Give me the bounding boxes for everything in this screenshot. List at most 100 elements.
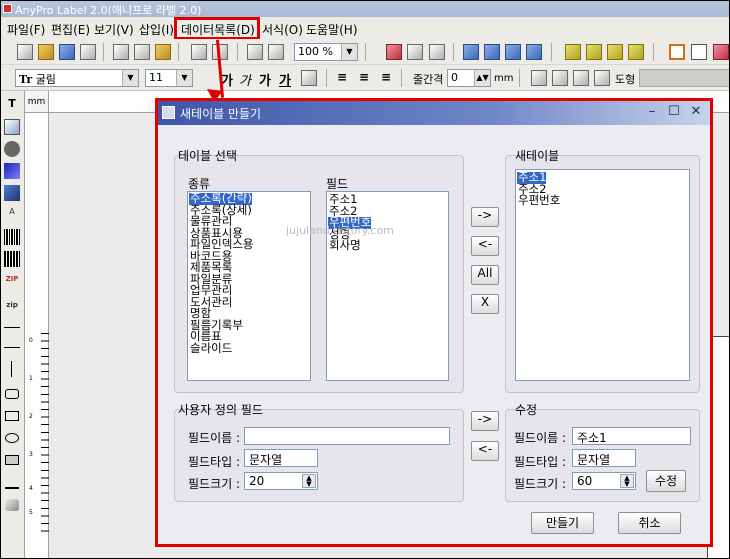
ellipse-image-icon[interactable]	[4, 141, 20, 157]
shape-select[interactable]	[639, 69, 729, 87]
category-list-item[interactable]: 슬라이드	[190, 342, 232, 355]
pen-tool-icon[interactable]	[5, 477, 19, 489]
print-preview-icon[interactable]	[191, 44, 207, 60]
maximize-icon[interactable]: ☐	[666, 104, 682, 120]
send-back-icon[interactable]	[586, 44, 602, 60]
line-spacing-input[interactable]: 0 ▲▼	[447, 69, 491, 87]
minimize-icon[interactable]: –	[644, 104, 660, 120]
edit-type-select[interactable]: 문자열	[572, 449, 636, 467]
field-list[interactable]: 주소1 주소2 우편번호 성명 회사명	[326, 191, 449, 381]
menu-view[interactable]: 보기(V)	[94, 21, 134, 38]
text-effect-icon[interactable]	[301, 70, 317, 86]
new-table-list[interactable]: 주소1 주소2 우편번호	[515, 169, 690, 381]
custom-type-select[interactable]: 문자열	[244, 449, 318, 467]
menu-edit[interactable]: 편집(E)	[51, 21, 90, 38]
font-size-select[interactable]: 11 ▼	[145, 69, 193, 87]
align-center-objects-icon[interactable]	[484, 44, 500, 60]
add-custom-button[interactable]: ->	[471, 411, 499, 431]
chevron-down-icon[interactable]: ▼	[122, 70, 138, 86]
edit-size-input[interactable]: 60 ▲ ▼	[572, 472, 636, 490]
new-file-icon[interactable]	[17, 44, 33, 60]
custom-name-input[interactable]	[244, 427, 450, 445]
zoom-out-icon[interactable]	[268, 44, 284, 60]
align-right-objects-icon[interactable]	[505, 44, 521, 60]
vertical-text-icon[interactable]: A	[4, 207, 20, 223]
cancel-button[interactable]: 취소	[618, 512, 681, 534]
backward-icon[interactable]	[628, 44, 644, 60]
text-tool-icon[interactable]: T	[4, 97, 20, 113]
field-list-item[interactable]: 회사명	[329, 239, 361, 252]
clear-button[interactable]: X	[471, 294, 499, 314]
print-icon[interactable]	[80, 44, 96, 60]
font-select[interactable]: Tr 굴림 ▼	[15, 69, 139, 87]
unit-label: mm	[494, 73, 514, 84]
cut-icon[interactable]	[113, 44, 129, 60]
create-button[interactable]: 만들기	[531, 512, 594, 534]
portrait-icon[interactable]	[691, 44, 707, 60]
spinner-icon[interactable]: ▲▼	[302, 474, 316, 488]
copy-icon[interactable]	[134, 44, 150, 60]
add-field-button[interactable]: ->	[471, 207, 499, 227]
round-rect-tool-icon[interactable]	[5, 389, 19, 399]
ellipse-tool-icon[interactable]	[5, 433, 19, 443]
grid-icon[interactable]	[407, 44, 423, 60]
valign-icon[interactable]	[594, 70, 610, 86]
line-tool-icon[interactable]	[4, 327, 20, 328]
object-properties-icon[interactable]	[386, 44, 402, 60]
edit-apply-button[interactable]: 수정	[646, 470, 686, 492]
paste-icon[interactable]	[155, 44, 171, 60]
underline-icon[interactable]: 가	[279, 70, 291, 89]
italic-icon[interactable]: 가	[239, 70, 251, 89]
menu-format[interactable]: 서식(O)	[262, 21, 303, 38]
edit-name-input[interactable]: 주소1	[572, 427, 691, 445]
open-folder-icon[interactable]	[38, 44, 54, 60]
indent-right-icon[interactable]	[573, 70, 589, 86]
menu-insert[interactable]: 삽입(I)	[139, 21, 174, 38]
save-icon[interactable]	[59, 44, 75, 60]
indent-left-icon[interactable]	[531, 70, 547, 86]
ruler-ticks	[41, 333, 49, 533]
custom-size-input[interactable]: 20 ▲ ▼	[244, 472, 318, 490]
category-list[interactable]: 주소록(간략) 주소록(상세) 물류관리 상품표시용 파일인덱스용 바코드용 제품목록 파일분…	[187, 191, 311, 381]
chevron-down-icon[interactable]: ▼	[341, 44, 357, 60]
align-left-objects-icon[interactable]	[463, 44, 479, 60]
chevron-down-icon[interactable]: ▼	[176, 70, 192, 86]
barcode-icon[interactable]	[4, 229, 20, 245]
align-left-icon[interactable]: ≡	[337, 70, 347, 84]
barcode-2-icon[interactable]	[4, 251, 20, 267]
new-table-list-item[interactable]: 우편번호	[518, 194, 560, 207]
bring-front-icon[interactable]	[565, 44, 581, 60]
zoom-value: 100 %	[298, 45, 333, 58]
menu-file[interactable]: 파일(F)	[7, 21, 45, 38]
menu-help[interactable]: 도움말(H)	[306, 21, 358, 38]
align-top-objects-icon[interactable]	[526, 44, 542, 60]
dialog-title-bar[interactable]: 새테이블 만들기 – ☐ ✕	[158, 101, 710, 125]
bold-text-icon[interactable]: 가	[259, 70, 271, 89]
close-icon[interactable]: ✕	[688, 104, 704, 120]
rect-tool-icon[interactable]	[5, 411, 19, 421]
color-tool-icon[interactable]	[4, 163, 20, 179]
forward-icon[interactable]	[607, 44, 623, 60]
label-icon[interactable]	[713, 44, 729, 60]
zoom-in-icon[interactable]	[247, 44, 263, 60]
vline-tool-icon[interactable]	[11, 361, 12, 377]
indent-center-icon[interactable]	[552, 70, 568, 86]
landscape-icon[interactable]	[669, 44, 685, 60]
add-all-button[interactable]: All	[471, 265, 499, 285]
clipart-icon[interactable]	[4, 185, 20, 201]
align-center-icon[interactable]: ≡	[359, 70, 369, 84]
image-tool-icon[interactable]	[4, 119, 20, 135]
fill-tool-icon[interactable]	[5, 499, 19, 511]
hline-tool-icon[interactable]	[4, 347, 20, 348]
align-grid-icon[interactable]	[429, 44, 445, 60]
line-spacing-label: 줄간격	[413, 73, 444, 86]
remove-custom-button[interactable]: <-	[471, 441, 499, 461]
zip-code-icon[interactable]: zip	[4, 301, 20, 313]
remove-field-button[interactable]: <-	[471, 236, 499, 256]
filled-rect-tool-icon[interactable]	[5, 455, 19, 465]
spinner-icon[interactable]: ▲▼	[474, 70, 490, 86]
align-right-icon[interactable]: ≡	[381, 70, 391, 84]
zip-barcode-icon[interactable]: ZIP	[4, 275, 20, 285]
zoom-select[interactable]: 100 % ▼	[294, 43, 358, 61]
spinner-icon[interactable]: ▲▼	[620, 474, 634, 488]
